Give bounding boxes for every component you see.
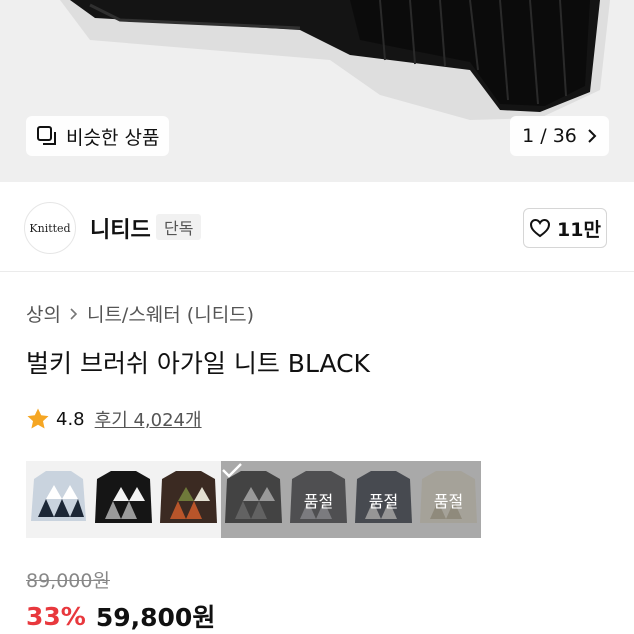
brand-logo-text: Knitted bbox=[29, 221, 71, 235]
brand-name[interactable]: 니티드 bbox=[90, 212, 151, 244]
color-option-7[interactable]: 품절 bbox=[416, 461, 481, 538]
color-options: 품절 품절 품절 bbox=[26, 461, 481, 538]
similar-products-icon bbox=[37, 126, 56, 145]
product-title: 벌키 브러쉬 아가일 니트 BLACK bbox=[26, 349, 370, 378]
product-image-carousel[interactable]: 비슷한 상품 1 / 36 bbox=[0, 0, 634, 182]
chevron-right-icon bbox=[588, 129, 597, 143]
similar-products-label: 비슷한 상품 bbox=[66, 126, 160, 149]
soldout-label: 품절 bbox=[368, 491, 399, 511]
brand-row: Knitted 니티드 단독 11만 bbox=[0, 182, 634, 272]
soldout-overlay: 품절 bbox=[351, 461, 416, 538]
breadcrumb-subcategory[interactable]: 니트/스웨터 (니티드) bbox=[87, 300, 254, 327]
soldout-overlay: 품절 bbox=[286, 461, 351, 538]
brand-logo[interactable]: Knitted bbox=[24, 202, 76, 254]
chevron-right-icon bbox=[70, 307, 78, 320]
breadcrumb: 상의 니트/스웨터 (니티드) bbox=[26, 300, 254, 327]
color-option-2[interactable] bbox=[91, 461, 156, 538]
exclusive-badge: 단독 bbox=[156, 214, 202, 240]
check-icon bbox=[222, 463, 242, 478]
original-price: 89,000원 bbox=[26, 570, 110, 592]
selected-overlay bbox=[221, 461, 286, 538]
heart-icon bbox=[530, 218, 551, 238]
color-option-4-selected[interactable] bbox=[221, 461, 286, 538]
rating-row: 4.8 후기 4,024개 bbox=[26, 406, 202, 432]
color-option-3[interactable] bbox=[156, 461, 221, 538]
sweater-thumbnail bbox=[156, 461, 221, 538]
like-count: 11만 bbox=[557, 218, 601, 241]
sale-price: 59,800원 bbox=[95, 603, 216, 632]
image-counter-button[interactable]: 1 / 36 bbox=[510, 116, 609, 156]
breadcrumb-category[interactable]: 상의 bbox=[26, 300, 61, 327]
star-icon bbox=[27, 408, 49, 429]
soldout-overlay: 품절 bbox=[416, 461, 481, 538]
reviews-link[interactable]: 후기 4,024개 bbox=[95, 406, 202, 432]
discount-rate: 33% bbox=[26, 601, 86, 631]
soldout-label: 품절 bbox=[303, 491, 334, 511]
color-option-5[interactable]: 품절 bbox=[286, 461, 351, 538]
price-row: 33% 59,800원 bbox=[26, 598, 215, 634]
color-option-1[interactable] bbox=[26, 461, 91, 538]
color-option-6[interactable]: 품절 bbox=[351, 461, 416, 538]
similar-products-button[interactable]: 비슷한 상품 bbox=[26, 116, 170, 156]
image-counter: 1 / 36 bbox=[522, 125, 577, 147]
sweater-thumbnail bbox=[91, 461, 156, 538]
rating-value: 4.8 bbox=[56, 408, 85, 430]
sweater-thumbnail bbox=[26, 461, 91, 538]
like-button[interactable]: 11만 bbox=[523, 208, 607, 248]
soldout-label: 품절 bbox=[433, 491, 464, 511]
